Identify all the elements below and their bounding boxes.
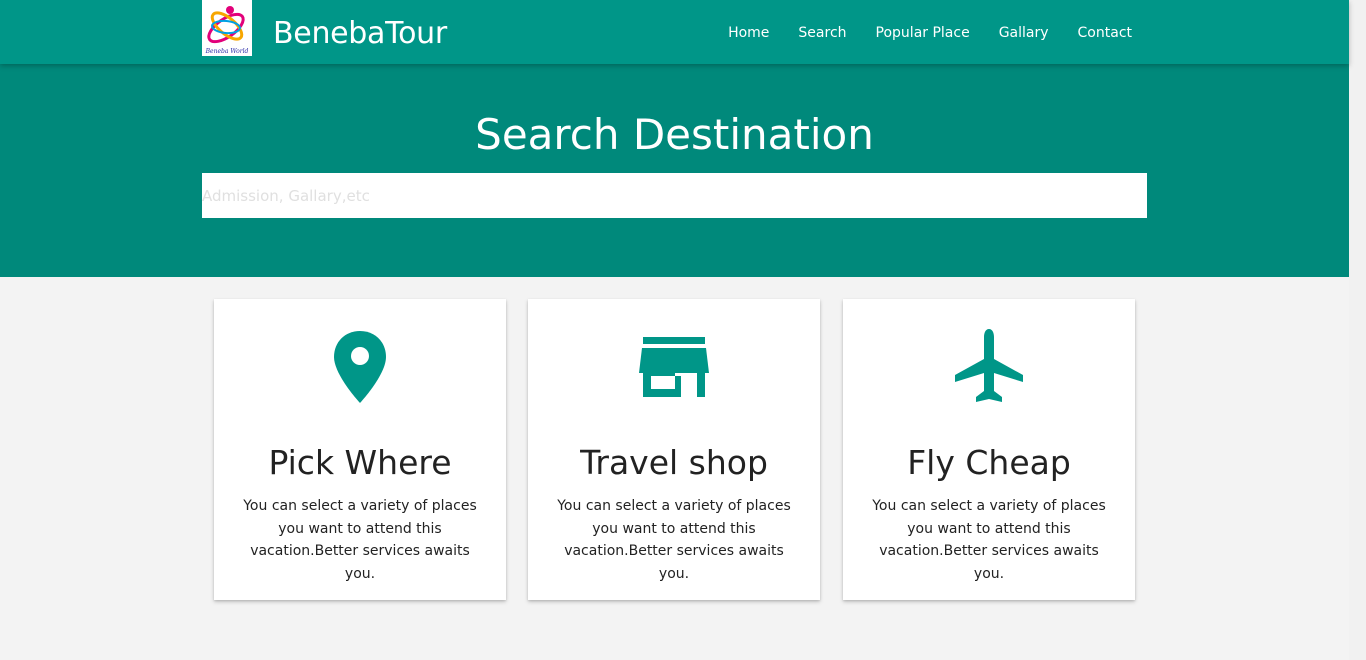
nav-link-popular-place[interactable]: Popular Place bbox=[876, 22, 970, 44]
feature-card-travel-shop: Travel shop You can select a variety of … bbox=[528, 299, 820, 600]
navbar: Beneba World BenebaTour Home Search Popu… bbox=[0, 0, 1349, 64]
feature-card-pick-where: Pick Where You can select a variety of p… bbox=[214, 299, 506, 600]
card-title: Fly Cheap bbox=[907, 443, 1071, 482]
card-title: Travel shop bbox=[580, 443, 768, 482]
store-icon bbox=[639, 337, 709, 397]
search-input[interactable] bbox=[202, 173, 1147, 218]
airplane-icon bbox=[955, 329, 1023, 402]
svg-text:Beneba World: Beneba World bbox=[205, 48, 249, 55]
brand-logo[interactable]: Beneba World bbox=[202, 0, 252, 56]
hero-title: Search Destination bbox=[475, 110, 874, 159]
scrollbar[interactable] bbox=[1349, 0, 1366, 660]
logo-icon: Beneba World bbox=[205, 6, 249, 55]
hero-section: Search Destination bbox=[0, 64, 1349, 277]
nav-link-contact[interactable]: Contact bbox=[1078, 22, 1132, 44]
card-description: You can select a variety of places you w… bbox=[557, 498, 791, 582]
nav-link-gallary[interactable]: Gallary bbox=[999, 22, 1049, 44]
card-title: Pick Where bbox=[268, 443, 452, 482]
card-description: You can select a variety of places you w… bbox=[243, 498, 477, 582]
nav-link-home[interactable]: Home bbox=[728, 22, 769, 44]
feature-card-fly-cheap: Fly Cheap You can select a variety of pl… bbox=[843, 299, 1135, 600]
brand-name[interactable]: BenebaTour bbox=[273, 14, 447, 54]
map-pin-icon bbox=[334, 331, 386, 403]
nav-menu: Home Search Popular Place Gallary Contac… bbox=[699, 22, 1132, 44]
nav-link-search[interactable]: Search bbox=[798, 22, 846, 44]
card-description: You can select a variety of places you w… bbox=[872, 498, 1106, 582]
